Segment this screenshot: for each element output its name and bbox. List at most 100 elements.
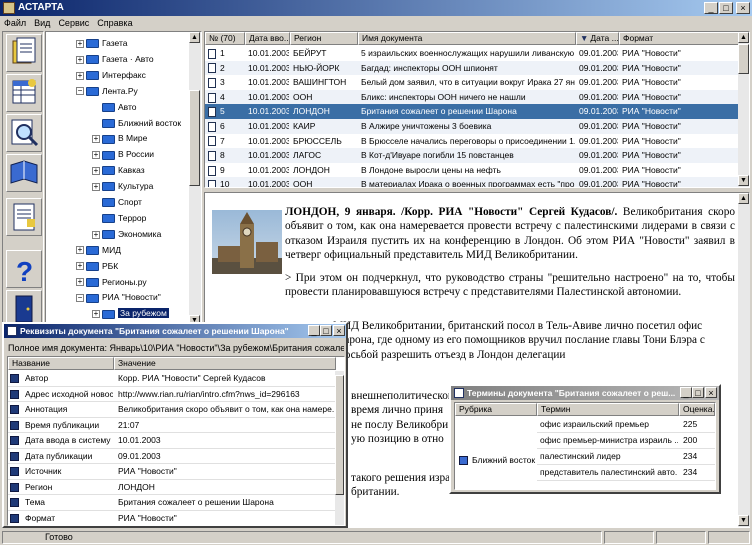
expand-toggle-icon[interactable]: + bbox=[76, 262, 84, 271]
tree-node[interactable]: + Регионы.ру bbox=[76, 275, 147, 289]
term-row[interactable]: офис израильский премьер 225 bbox=[537, 417, 715, 433]
expand-toggle-icon[interactable]: + bbox=[76, 278, 84, 287]
table-row[interactable]: 6 10.01.2003 КАИР В Алжире уничтожены 3 бое… bbox=[205, 119, 741, 134]
tree-node[interactable]: Ближний восток bbox=[92, 116, 181, 130]
props-close-button[interactable]: × bbox=[333, 325, 345, 336]
book-button[interactable] bbox=[6, 154, 42, 192]
properties-table[interactable]: Название Значение Автор Корр. РИА "Новост… bbox=[7, 356, 345, 526]
expand-toggle-icon[interactable]: + bbox=[92, 151, 100, 160]
table-row[interactable]: 2 10.01.2003 НЬЮ-ЙОРК Багдад: инспекторы ОО… bbox=[205, 60, 741, 76]
col-rubric-header[interactable]: Рубрика bbox=[455, 403, 537, 416]
expand-toggle-icon[interactable]: − bbox=[76, 294, 84, 303]
table-row[interactable]: 4 10.01.2003 ООН Бликс: инспекторы ООН ниче… bbox=[205, 89, 741, 105]
props-maximize-button[interactable]: □ bbox=[320, 325, 332, 336]
expand-toggle-icon[interactable]: + bbox=[76, 55, 84, 64]
term-row[interactable]: палестинский лидер 234 bbox=[537, 449, 715, 465]
tree-node[interactable]: + Экономика bbox=[92, 227, 161, 241]
table-row[interactable]: 3 10.01.2003 ВАШИНГТОН Белый дом заявил, чт… bbox=[205, 75, 741, 90]
property-row[interactable]: Тема Британия сожалеет о решении Шарона bbox=[8, 495, 336, 511]
table-row[interactable]: 1 10.01.2003 БЕЙРУТ 5 израильских военнослу… bbox=[205, 46, 741, 61]
expand-toggle-icon[interactable]: + bbox=[92, 182, 100, 191]
full-name-value: Январь\10\РИА "Новости"\За рубежом\Брита… bbox=[109, 343, 345, 353]
term-row[interactable]: офис премьер-министра израиль ... 200 bbox=[537, 433, 715, 449]
documents-table[interactable]: № (70) Дата вво... Регион Имя документа ▼ Дат… bbox=[204, 31, 750, 188]
table-row[interactable]: 8 10.01.2003 ЛАГОС В Кот-д'Ивуаре погибли 1… bbox=[205, 148, 741, 163]
col-value-header[interactable]: Значение bbox=[114, 357, 336, 370]
col-name-header[interactable]: Название bbox=[8, 357, 114, 370]
column-header[interactable]: № (70) bbox=[205, 32, 245, 45]
property-row[interactable]: Источник РИА "Новости" bbox=[8, 464, 336, 480]
menu-view[interactable]: Вид bbox=[30, 18, 54, 28]
property-row[interactable]: Дата ввода в систему 10.01.2003 bbox=[8, 433, 336, 449]
column-header[interactable]: Формат bbox=[619, 32, 741, 45]
tree-node[interactable]: + В Мире bbox=[92, 131, 147, 145]
property-icon bbox=[10, 498, 19, 508]
help-button[interactable]: ? bbox=[6, 250, 42, 288]
property-row[interactable]: Время публикации 21:07 bbox=[8, 418, 336, 433]
property-row[interactable]: Аннотация Великобритания скоро объявит о … bbox=[8, 402, 336, 418]
tree-node[interactable]: Спорт bbox=[92, 195, 142, 209]
column-header[interactable]: Дата вво... bbox=[245, 32, 290, 45]
property-row[interactable]: Формат РИА "Новости" bbox=[8, 511, 336, 526]
property-row[interactable]: Регион ЛОНДОН bbox=[8, 480, 336, 495]
tree-node[interactable]: − РИА "Новости" bbox=[76, 290, 161, 304]
table-row[interactable]: 5 10.01.2003 ЛОНДОН Британия сожалеет о реш… bbox=[205, 104, 741, 119]
tree-node[interactable]: + Газета bbox=[76, 36, 128, 50]
table-cell: 6 bbox=[208, 119, 244, 133]
table-row[interactable]: 9 10.01.2003 ЛОНДОН В Лондоне выросли цены … bbox=[205, 163, 741, 178]
tree-node[interactable]: Авто bbox=[92, 100, 137, 114]
col-term-header[interactable]: Термин bbox=[537, 403, 679, 416]
column-header[interactable]: Регион bbox=[290, 32, 358, 45]
expand-toggle-icon[interactable]: + bbox=[92, 310, 100, 319]
expand-toggle-icon[interactable]: + bbox=[76, 71, 84, 80]
row-number: 10 bbox=[220, 179, 230, 188]
menu-service[interactable]: Сервис bbox=[54, 18, 93, 28]
documents-button[interactable] bbox=[6, 34, 42, 72]
tree-node[interactable]: + Газета · Авто bbox=[76, 52, 154, 66]
property-row[interactable]: Дата публикации 09.01.2003 bbox=[8, 449, 336, 464]
document-icon bbox=[208, 180, 216, 187]
document-scrollbar[interactable]: ▲ ▼ bbox=[738, 193, 750, 527]
props-minimize-button[interactable]: _ bbox=[308, 325, 320, 336]
tree-node[interactable]: + В России bbox=[92, 147, 154, 161]
col-score-header[interactable]: Оценка... bbox=[679, 403, 715, 416]
expand-toggle-icon[interactable]: + bbox=[92, 166, 100, 175]
table-row[interactable]: 10 10.01.2003 ООН В материалах Ирака о воен… bbox=[205, 177, 741, 188]
table-row[interactable]: 7 10.01.2003 БРЮССЕЛЬ В Брюсселе начались п… bbox=[205, 134, 741, 149]
tree-node[interactable]: + Культура bbox=[92, 179, 153, 193]
tree-node[interactable]: + За рубежом bbox=[92, 306, 169, 320]
term-row[interactable]: представитель палестинский авто... 234 bbox=[537, 465, 715, 481]
table-scrollbar[interactable]: ▲ ▼ bbox=[738, 32, 749, 187]
expand-toggle-icon[interactable]: − bbox=[76, 87, 84, 96]
table-button[interactable] bbox=[6, 74, 42, 112]
terms-minimize-button[interactable]: _ bbox=[680, 387, 692, 398]
rubric-icon bbox=[459, 456, 468, 466]
maximize-button[interactable]: □ bbox=[719, 2, 733, 14]
tree-node[interactable]: Террор bbox=[92, 211, 146, 225]
props-scrollbar[interactable] bbox=[335, 371, 344, 525]
tree-node[interactable]: + Кавказ bbox=[92, 163, 145, 177]
property-icon bbox=[10, 374, 19, 384]
tree-node[interactable]: + РБК bbox=[76, 259, 118, 273]
expand-toggle-icon[interactable]: + bbox=[92, 135, 100, 144]
column-header[interactable]: ▼ Дата ... bbox=[576, 32, 619, 45]
expand-toggle-icon[interactable]: + bbox=[76, 39, 84, 48]
property-row[interactable]: Адрес исходной новос... http://www.rian.r… bbox=[8, 387, 336, 402]
terms-table[interactable]: Рубрика Термин Оценка... Ближний восток … bbox=[454, 402, 716, 490]
close-button[interactable]: × bbox=[736, 2, 750, 14]
menu-help[interactable]: Справка bbox=[93, 18, 136, 28]
document-list-button[interactable] bbox=[6, 198, 42, 236]
tree-node[interactable]: + МИД bbox=[76, 243, 121, 257]
column-header[interactable]: Имя документа bbox=[358, 32, 576, 45]
expand-toggle-icon[interactable]: + bbox=[92, 230, 100, 239]
property-row[interactable]: Автор Корр. РИА "Новости" Сергей Кудасов bbox=[8, 371, 336, 387]
minimize-button[interactable]: _ bbox=[704, 2, 718, 14]
search-button[interactable] bbox=[6, 114, 42, 152]
menu-file[interactable]: Файл bbox=[0, 18, 30, 28]
tree-node[interactable]: + Интерфакс bbox=[76, 68, 146, 82]
terms-close-button[interactable]: × bbox=[705, 387, 717, 398]
terms-maximize-button[interactable]: □ bbox=[692, 387, 704, 398]
tree-node[interactable]: − Лента.Ру bbox=[76, 84, 138, 98]
table-cell: РИА "Новости" bbox=[622, 91, 681, 102]
expand-toggle-icon[interactable]: + bbox=[76, 246, 84, 255]
